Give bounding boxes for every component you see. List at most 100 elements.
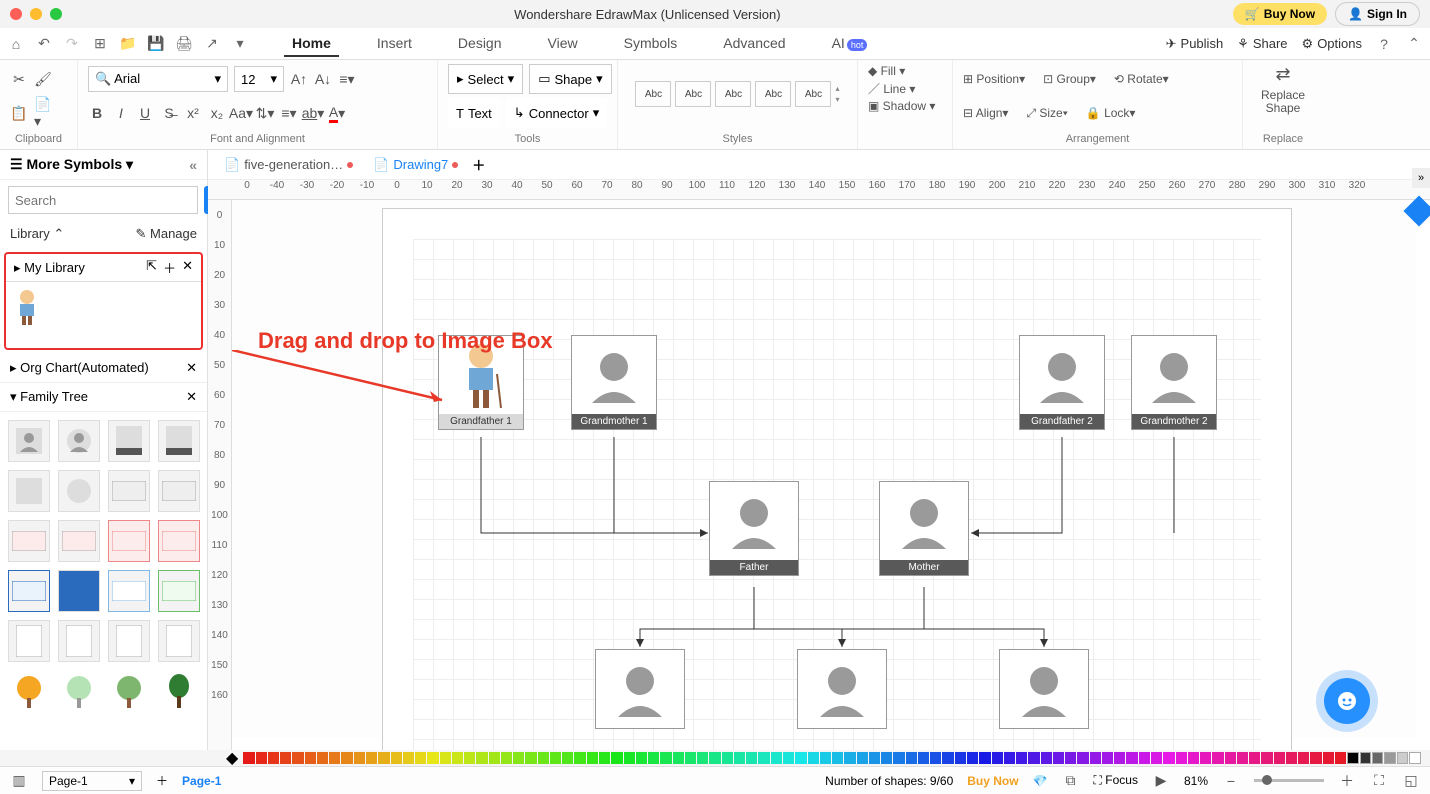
color-swatch[interactable] — [317, 752, 328, 764]
org-chart-section[interactable]: ▸ Org Chart(Automated) — [10, 360, 149, 376]
color-swatch[interactable] — [378, 752, 389, 764]
shape-thumb[interactable] — [58, 470, 100, 512]
zoom-slider[interactable] — [1254, 779, 1324, 782]
line-spacing-icon[interactable]: ⇅▾ — [256, 104, 274, 122]
card-father[interactable]: Father — [709, 481, 799, 576]
rotate-button[interactable]: ⟲ Rotate▾ — [1114, 72, 1169, 86]
color-swatch[interactable] — [906, 752, 917, 764]
shape-thumb[interactable] — [108, 520, 150, 562]
color-swatch[interactable] — [918, 752, 929, 764]
color-swatch[interactable] — [1249, 752, 1260, 764]
close-orgchart-icon[interactable]: ✕ — [186, 360, 197, 376]
open-icon[interactable]: 📁 — [120, 36, 136, 52]
shape-thumb[interactable] — [58, 420, 100, 462]
color-swatch[interactable] — [538, 752, 549, 764]
color-swatch[interactable] — [1188, 752, 1199, 764]
card-child-3[interactable] — [999, 649, 1089, 729]
color-swatch[interactable] — [992, 752, 1003, 764]
color-swatch[interactable] — [869, 752, 880, 764]
copy-icon[interactable]: 📋 — [10, 104, 28, 122]
color-swatch[interactable] — [722, 752, 733, 764]
color-swatch[interactable] — [1065, 752, 1076, 764]
color-swatch[interactable] — [599, 752, 610, 764]
color-swatch[interactable] — [1102, 752, 1113, 764]
format-painter-icon[interactable]: 🖌 — [34, 70, 52, 88]
color-swatch[interactable] — [1335, 752, 1346, 764]
color-swatch[interactable] — [967, 752, 978, 764]
close-window-icon[interactable] — [10, 8, 22, 20]
color-swatch[interactable] — [746, 752, 757, 764]
case-icon[interactable]: Aa▾ — [232, 104, 250, 122]
color-swatch[interactable] — [697, 752, 708, 764]
more-symbols-button[interactable]: ☰ More Symbols ▾ — [10, 156, 133, 173]
color-swatch[interactable] — [783, 752, 794, 764]
share-button[interactable]: ⚘Share — [1237, 36, 1287, 52]
tab-home[interactable]: Home — [284, 31, 339, 57]
color-swatch[interactable] — [942, 752, 953, 764]
tab-advanced[interactable]: Advanced — [715, 31, 793, 57]
color-swatch[interactable] — [341, 752, 352, 764]
subscript-icon[interactable]: x₂ — [208, 104, 226, 122]
undo-icon[interactable]: ↶ — [36, 36, 52, 52]
color-swatch[interactable] — [427, 752, 438, 764]
my-library-label[interactable]: ▸ My Library — [14, 260, 85, 276]
color-swatch[interactable] — [636, 752, 647, 764]
color-swatch[interactable] — [452, 752, 463, 764]
shape-thumb[interactable] — [158, 470, 200, 512]
color-swatch[interactable] — [1261, 752, 1272, 764]
color-swatch[interactable] — [1384, 752, 1395, 764]
page-select[interactable]: Page-1▾ — [42, 771, 142, 791]
paste-icon[interactable]: 📄▾ — [34, 104, 52, 122]
publish-button[interactable]: ✈Publish — [1166, 36, 1224, 52]
color-swatch[interactable] — [832, 752, 843, 764]
style-3[interactable]: Abc — [715, 81, 751, 107]
manage-library-button[interactable]: ✎ Manage — [136, 226, 198, 242]
color-swatch[interactable] — [1053, 752, 1064, 764]
presentation-icon[interactable]: ▶ — [1152, 772, 1170, 790]
color-swatch[interactable] — [1004, 752, 1015, 764]
cut-icon[interactable]: ✂ — [10, 70, 28, 88]
color-swatch[interactable] — [525, 752, 536, 764]
bold-icon[interactable]: B — [88, 104, 106, 122]
color-swatch[interactable] — [1028, 752, 1039, 764]
color-picker-icon[interactable]: ◆ — [226, 748, 238, 768]
shape-thumb[interactable] — [8, 620, 50, 662]
color-swatch[interactable] — [660, 752, 671, 764]
underline-icon[interactable]: U — [136, 104, 154, 122]
shape-thumb[interactable] — [108, 470, 150, 512]
color-swatch[interactable] — [611, 752, 622, 764]
card-grandfather-2[interactable]: Grandfather 2 — [1019, 335, 1105, 430]
doc-tab-2[interactable]: 📄 Drawing7 — [367, 155, 464, 175]
shape-thumb[interactable] — [158, 570, 200, 612]
fit-page-icon[interactable]: ⛶ — [1370, 772, 1388, 790]
fill-button[interactable]: ◆ Fill ▾ — [868, 64, 942, 78]
color-swatch[interactable] — [1041, 752, 1052, 764]
color-swatch[interactable] — [1139, 752, 1150, 764]
color-swatch[interactable] — [930, 752, 941, 764]
color-swatch[interactable] — [354, 752, 365, 764]
options-button[interactable]: ⚙Options — [1302, 36, 1362, 52]
style-4[interactable]: Abc — [755, 81, 791, 107]
color-swatch[interactable] — [489, 752, 500, 764]
shape-thumb[interactable] — [8, 420, 50, 462]
shape-thumb[interactable] — [158, 620, 200, 662]
color-swatch[interactable] — [1151, 752, 1162, 764]
style-2[interactable]: Abc — [675, 81, 711, 107]
shape-thumb[interactable] — [58, 520, 100, 562]
color-swatch[interactable] — [1347, 752, 1358, 764]
color-swatch[interactable] — [562, 752, 573, 764]
color-swatch[interactable] — [1310, 752, 1321, 764]
print-icon[interactable]: 🖨 — [176, 36, 192, 52]
font-name-select[interactable]: 🔍 Arial▾ — [88, 66, 228, 92]
tree-shape-thumb[interactable] — [58, 670, 100, 712]
tab-ai[interactable]: AIhot — [824, 31, 876, 57]
color-swatch[interactable] — [440, 752, 451, 764]
color-swatch[interactable] — [1274, 752, 1285, 764]
more-qat-icon[interactable]: ▾ — [232, 36, 248, 52]
minimize-window-icon[interactable] — [30, 8, 42, 20]
color-swatch[interactable] — [1360, 752, 1371, 764]
color-swatch[interactable] — [709, 752, 720, 764]
color-swatch[interactable] — [1126, 752, 1137, 764]
align-button[interactable]: ⊟ Align▾ — [963, 106, 1008, 120]
collapse-right-icon[interactable]: » — [1412, 168, 1430, 188]
